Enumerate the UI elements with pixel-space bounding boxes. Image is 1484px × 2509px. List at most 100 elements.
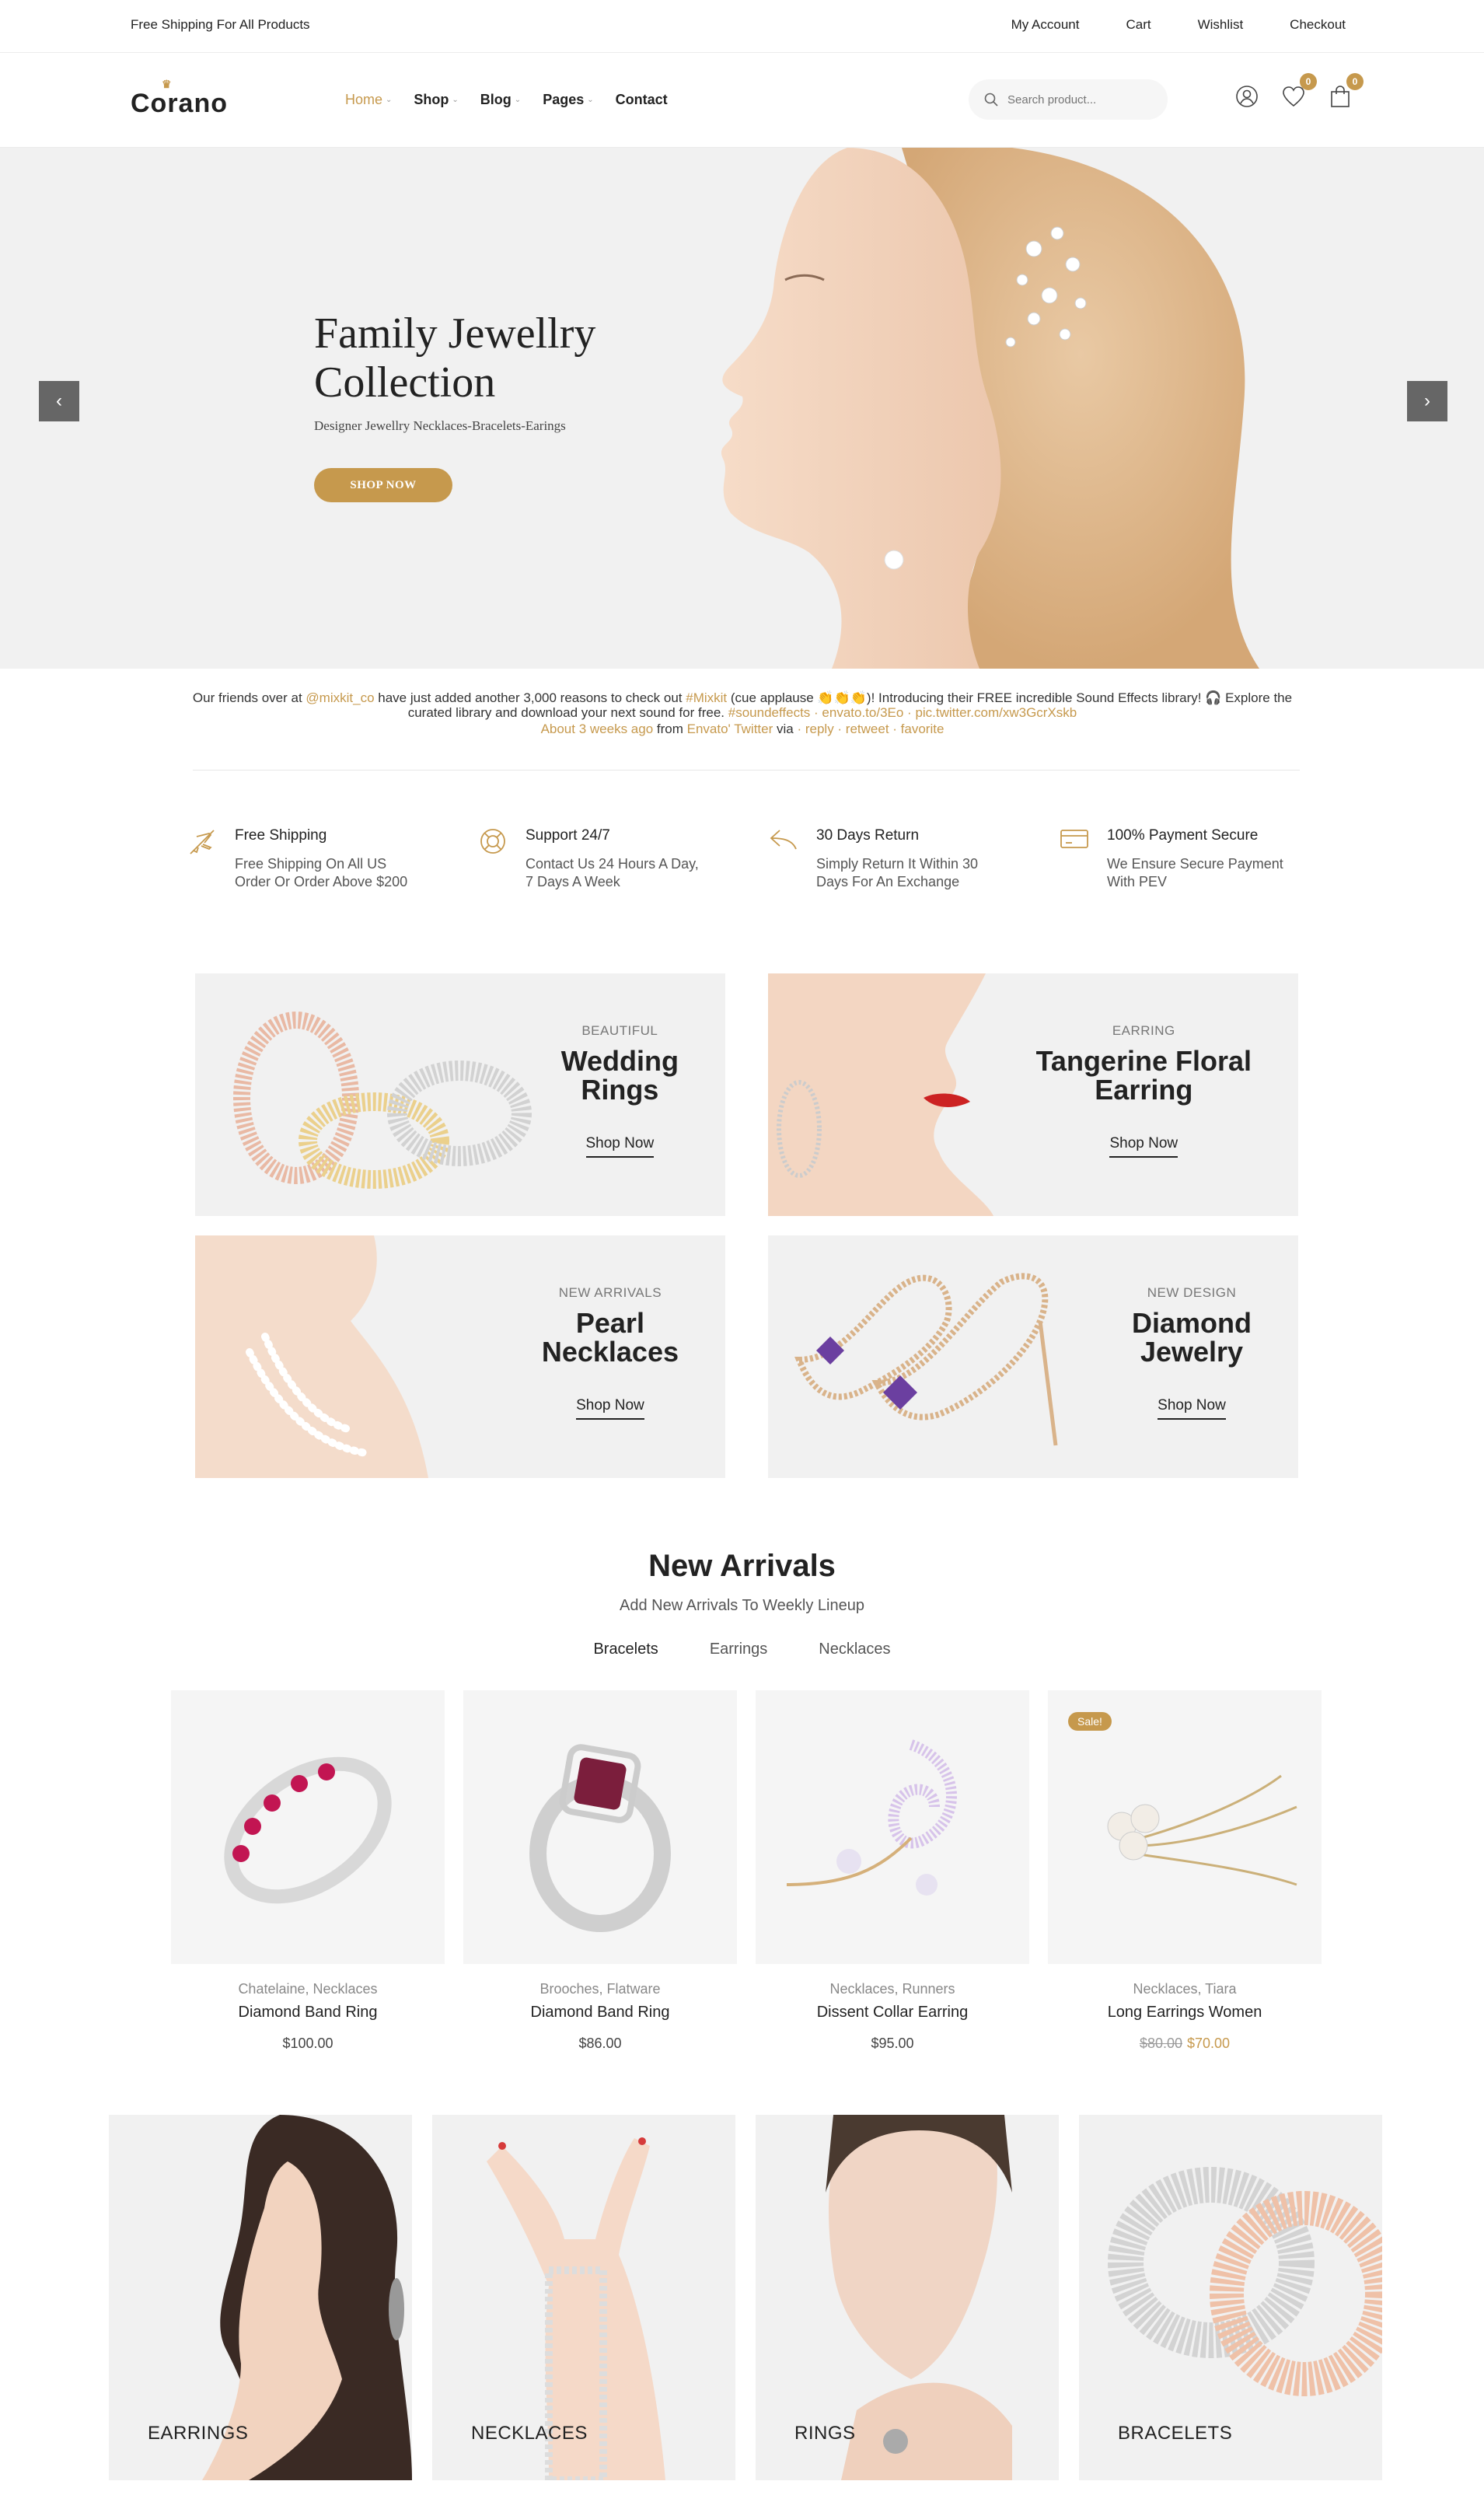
category-label: RINGS — [794, 2423, 856, 2444]
category-bracelets[interactable]: BRACELETS — [1079, 2115, 1382, 2480]
tweet-meta-text: via — [773, 722, 794, 736]
nav-home[interactable]: Home ⌄ — [345, 92, 392, 108]
search-input[interactable] — [1007, 93, 1155, 107]
product-name[interactable]: Diamond Band Ring — [171, 2004, 445, 2022]
plane-icon — [190, 830, 215, 854]
banner-title-line: Necklaces — [541, 1336, 679, 1368]
return-icon — [770, 830, 797, 850]
product-categories[interactable]: Chatelaine, Necklaces — [171, 1981, 445, 1997]
account-button[interactable] — [1234, 84, 1259, 109]
slider-next-button[interactable]: › — [1407, 381, 1447, 421]
nav-contact-label: Contact — [615, 92, 668, 107]
banner-category: BEAUTIFUL — [581, 1023, 658, 1038]
nav-pages[interactable]: Pages ⌄ — [543, 92, 593, 108]
shop-now-button[interactable]: SHOP NOW — [314, 468, 452, 502]
hero-title-line2: Collection — [314, 358, 496, 407]
banner-pearl-necklaces[interactable]: NEW ARRIVALS Pearl Necklaces Shop Now — [195, 1235, 725, 1478]
separator: · — [903, 705, 916, 720]
banner-title-line: Wedding — [560, 1045, 679, 1077]
product-sale-price: $70.00 — [1187, 2036, 1231, 2051]
mention-link[interactable]: @mixkit_co — [306, 690, 374, 705]
banner-text: BEAUTIFUL Wedding Rings Shop Now — [561, 1023, 679, 1158]
cart-link[interactable]: Cart — [1126, 17, 1151, 33]
shop-now-link[interactable]: Shop Now — [576, 1397, 644, 1420]
lifebuoy-icon — [480, 829, 505, 854]
slider-prev-button[interactable]: ‹ — [39, 381, 79, 421]
hero-title-line1: Family Jewellry — [314, 309, 596, 358]
nav-blog[interactable]: Blog ⌄ — [480, 92, 521, 108]
hashtag-link[interactable]: #soundeffects — [728, 705, 811, 720]
tweet-text: Our friends over at @mixkit_co have just… — [187, 690, 1298, 720]
banner-wedding-rings[interactable]: BEAUTIFUL Wedding Rings Shop Now — [195, 973, 725, 1216]
product-card[interactable]: Sale! Necklaces, Tiara Long Earrings Wom… — [1048, 1690, 1322, 2052]
shop-now-link[interactable]: Shop Now — [1158, 1397, 1226, 1420]
nav-home-label: Home — [345, 92, 383, 107]
feature-desc-line: Order Or Order Above $200 — [235, 874, 408, 889]
logo[interactable]: ♛ Corano — [131, 78, 228, 119]
feature-title: 30 Days Return — [816, 827, 920, 844]
feature-desc-line: Days For An Exchange — [816, 874, 960, 889]
shop-now-link[interactable]: Shop Now — [1109, 1135, 1178, 1158]
search-icon[interactable] — [984, 93, 998, 107]
category-necklaces[interactable]: NECKLACES — [432, 2115, 735, 2480]
feature-desc-line: Free Shipping On All US — [235, 856, 387, 872]
feature-title: Support 24/7 — [526, 827, 610, 844]
tab-necklaces[interactable]: Necklaces — [819, 1641, 890, 1658]
checkout-link[interactable]: Checkout — [1290, 17, 1346, 33]
section-title: New Arrivals — [648, 1549, 836, 1583]
wishlist-button[interactable]: 0 — [1281, 73, 1317, 109]
tweet-actions[interactable]: · reply · retweet · favorite — [794, 722, 944, 736]
product-categories[interactable]: Necklaces, Tiara — [1048, 1981, 1322, 1997]
category-rings[interactable]: RINGS — [756, 2115, 1059, 2480]
cart-button[interactable]: 0 — [1328, 73, 1364, 109]
twitter-feed: Our friends over at @mixkit_co have just… — [187, 690, 1298, 736]
wishlist-link[interactable]: Wishlist — [1198, 17, 1244, 33]
product-card[interactable]: Chatelaine, Necklaces Diamond Band Ring … — [171, 1690, 445, 2052]
free-shipping-notice: Free Shipping For All Products — [131, 17, 310, 32]
tweet-source-link[interactable]: Envato' Twitter — [687, 722, 773, 736]
feature-desc: Contact Us 24 Hours A Day, 7 Days A Week — [526, 855, 699, 891]
pic-link[interactable]: pic.twitter.com/xw3GcrXskb — [915, 705, 1077, 720]
product-name[interactable]: Dissent Collar Earring — [756, 2004, 1029, 2022]
tab-earrings[interactable]: Earrings — [710, 1641, 767, 1658]
tweet-time-link[interactable]: About 3 weeks ago — [541, 722, 654, 736]
product-card[interactable]: Brooches, Flatware Diamond Band Ring $86… — [463, 1690, 737, 2052]
shop-now-link[interactable]: Shop Now — [585, 1135, 655, 1158]
product-name[interactable]: Diamond Band Ring — [463, 2004, 737, 2022]
banner-title-line: Rings — [581, 1074, 659, 1106]
feature-desc-line: Contact Us 24 Hours A Day, — [526, 856, 699, 872]
tweet-text-part: Our friends over at — [192, 690, 306, 705]
my-account-link[interactable]: My Account — [1011, 17, 1080, 33]
banner-title-line: Tangerine Floral — [1035, 1045, 1252, 1077]
tab-bracelets[interactable]: Bracelets — [593, 1641, 658, 1658]
banner-floral-earring[interactable]: EARRING Tangerine Floral Earring Shop Now — [768, 973, 1298, 1216]
heart-icon — [1283, 86, 1304, 107]
nav-shop[interactable]: Shop ⌄ — [414, 92, 458, 108]
crown-icon: ♛ — [162, 78, 173, 90]
product-categories[interactable]: Necklaces, Runners — [756, 1981, 1029, 1997]
garnet-ring-image — [529, 1744, 671, 1932]
hashtag-link[interactable]: #Mixkit — [686, 690, 727, 705]
ruby-ring-image — [224, 1756, 392, 1904]
feature-free-shipping: Free Shipping Free Shipping On All US Orde… — [187, 827, 482, 891]
feature-title: 100% Payment Secure — [1107, 827, 1259, 844]
product-image[interactable]: Sale! — [1048, 1690, 1322, 1964]
hero-slider: Family Jewellry Collection Designer Jewe… — [0, 148, 1484, 669]
short-link[interactable]: envato.to/3Eo — [822, 705, 903, 720]
product-image[interactable] — [171, 1690, 445, 1964]
separator: · — [810, 705, 822, 720]
product-card[interactable]: Necklaces, Runners Dissent Collar Earrin… — [756, 1690, 1029, 2052]
feature-desc: We Ensure Secure Payment With PEV — [1107, 855, 1283, 891]
nav-contact[interactable]: Contact — [616, 92, 668, 108]
product-name[interactable]: Long Earrings Women — [1048, 2004, 1322, 2022]
feature-desc-line: Simply Return It Within 30 — [816, 856, 979, 872]
banner-diamond-jewelry[interactable]: NEW DESIGN Diamond Jewelry Shop Now — [768, 1235, 1298, 1478]
product-tabs: Bracelets Earrings Necklaces — [0, 1641, 1484, 1658]
product-categories[interactable]: Brooches, Flatware — [463, 1981, 737, 1997]
product-image[interactable] — [463, 1690, 737, 1964]
pearl-brooch-image — [1107, 1774, 1297, 1886]
category-earrings[interactable]: EARRINGS — [109, 2115, 412, 2480]
category-label: NECKLACES — [471, 2423, 588, 2444]
credit-card-icon — [1060, 830, 1088, 848]
product-image[interactable] — [756, 1690, 1029, 1964]
